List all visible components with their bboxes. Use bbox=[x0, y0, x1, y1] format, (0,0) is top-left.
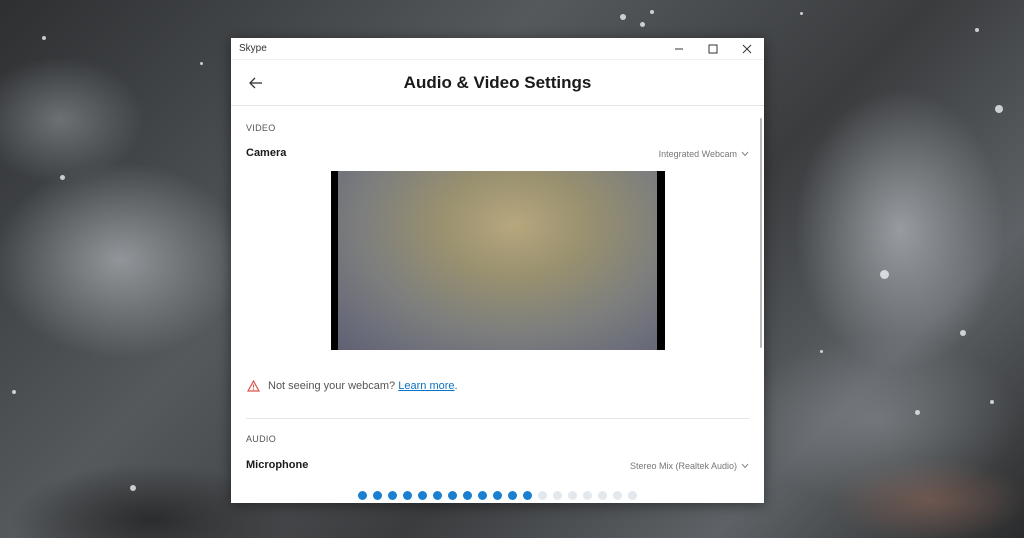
learn-more-link[interactable]: Learn more bbox=[398, 380, 454, 392]
level-dot bbox=[463, 491, 472, 500]
microphone-select-value: Stereo Mix (Realtek Audio) bbox=[629, 461, 737, 471]
app-title: Skype bbox=[239, 43, 267, 54]
level-dot bbox=[373, 491, 382, 500]
microphone-level-meter bbox=[231, 491, 764, 500]
level-dot bbox=[358, 491, 367, 500]
close-button[interactable] bbox=[730, 38, 764, 60]
camera-select-value: Integrated Webcam bbox=[658, 149, 737, 159]
page-title: Audio & Video Settings bbox=[403, 72, 592, 92]
back-button[interactable] bbox=[245, 72, 267, 94]
level-dot bbox=[523, 491, 532, 500]
level-dot bbox=[628, 491, 637, 500]
level-dot bbox=[508, 491, 517, 500]
close-icon bbox=[742, 44, 752, 53]
chevron-down-icon bbox=[741, 151, 749, 157]
level-dot bbox=[583, 491, 592, 500]
warning-end: . bbox=[454, 380, 458, 392]
minimize-button[interactable] bbox=[662, 38, 696, 60]
back-arrow-icon bbox=[249, 77, 262, 89]
microphone-label: Microphone bbox=[246, 459, 309, 471]
webcam-warning: Not seeing your webcam? Learn more. bbox=[247, 380, 458, 392]
maximize-icon bbox=[708, 44, 718, 53]
level-dot bbox=[403, 491, 412, 500]
audio-section-label: AUDIO bbox=[246, 434, 277, 444]
settings-header: Audio & Video Settings bbox=[231, 60, 764, 106]
warning-icon bbox=[247, 380, 260, 392]
level-dot bbox=[598, 491, 607, 500]
level-dot bbox=[478, 491, 487, 500]
level-dot bbox=[448, 491, 457, 500]
microphone-select[interactable]: Stereo Mix (Realtek Audio) bbox=[630, 461, 749, 471]
level-dot bbox=[553, 491, 562, 500]
chevron-down-icon bbox=[741, 463, 749, 469]
camera-label: Camera bbox=[246, 147, 287, 159]
camera-select[interactable]: Integrated Webcam bbox=[659, 149, 749, 159]
window-controls bbox=[662, 38, 764, 60]
section-divider bbox=[246, 418, 749, 419]
level-dot bbox=[613, 491, 622, 500]
scrollbar[interactable] bbox=[760, 118, 762, 348]
level-dot bbox=[568, 491, 577, 500]
settings-content: VIDEO Camera Integrated Webcam Not seein… bbox=[231, 106, 764, 503]
camera-feed bbox=[338, 171, 657, 350]
level-dot bbox=[418, 491, 427, 500]
level-dot bbox=[538, 491, 547, 500]
level-dot bbox=[388, 491, 397, 500]
video-section-label: VIDEO bbox=[246, 123, 276, 133]
maximize-button[interactable] bbox=[696, 38, 730, 60]
minimize-icon bbox=[675, 48, 683, 49]
title-bar[interactable]: Skype bbox=[231, 38, 764, 60]
camera-preview bbox=[331, 171, 665, 350]
warning-text: Not seeing your webcam? bbox=[268, 380, 396, 392]
level-dot bbox=[493, 491, 502, 500]
skype-window: Skype Audio & Video Settings VIDEO Camer… bbox=[231, 38, 764, 503]
level-dot bbox=[433, 491, 442, 500]
